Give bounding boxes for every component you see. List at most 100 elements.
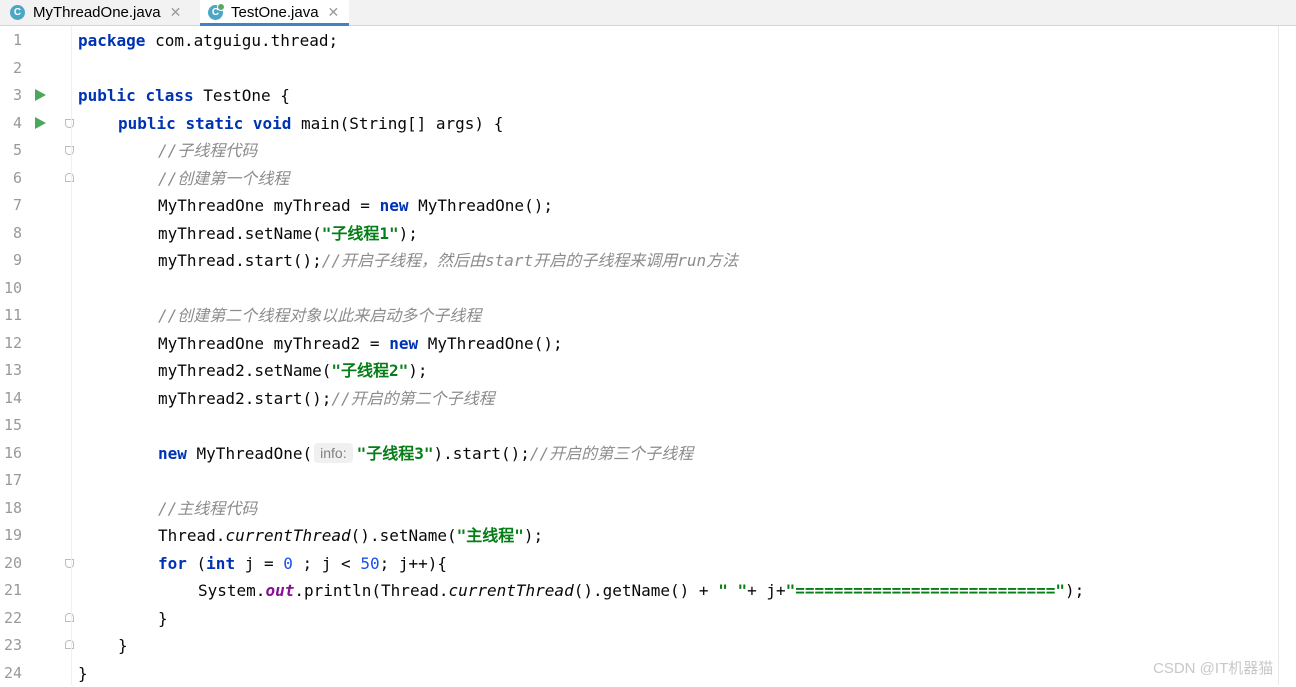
string-literal: "主线程" <box>457 526 524 545</box>
number-literal: 0 <box>283 554 293 573</box>
code-line-13: myThread2.setName("子线程2"); <box>158 357 428 385</box>
line-number: 7 <box>0 192 22 220</box>
code-line-4: public static void main(String[] args) { <box>118 110 503 138</box>
right-margin-guide <box>1278 26 1279 685</box>
line-number: 2 <box>0 55 22 83</box>
code-line-18: //主线程代码 <box>158 495 257 523</box>
string-literal: " " <box>718 581 747 600</box>
code-text: com.atguigu.thread; <box>145 31 338 50</box>
code-text: myThread2.start(); <box>158 389 331 408</box>
line-number: 10 <box>0 275 22 303</box>
line-number: 3 <box>0 82 22 110</box>
line-number: 6 <box>0 165 22 193</box>
code-line-16: new MyThreadOne(info:"子线程3").start();//开… <box>158 440 693 468</box>
gutter-divider <box>71 26 72 685</box>
watermark: CSDN @IT机器猫 <box>1153 657 1273 678</box>
comment: //开启的第二个子线程 <box>331 389 494 408</box>
comment: //创建第一个线程 <box>158 169 289 188</box>
string-literal: "子线程3" <box>357 444 434 463</box>
code-text: myThread.start(); <box>158 251 322 270</box>
code-line-21: System.out.println(Thread.currentThread(… <box>198 577 1084 605</box>
line-number-gutter[interactable]: 1 2 3 4 5 6 7 8 9 10 11 12 13 14 15 16 1… <box>0 26 72 685</box>
close-icon[interactable]: ✕ <box>328 4 340 21</box>
line-number: 24 <box>0 660 22 687</box>
keyword: new <box>380 196 409 215</box>
code-text: ); <box>408 361 427 380</box>
code-text: MyThreadOne(); <box>418 334 563 353</box>
code-text: ).start(); <box>434 444 530 463</box>
line-number: 9 <box>0 247 22 275</box>
fold-marker-icon[interactable] <box>65 146 74 155</box>
number-literal: 50 <box>360 554 379 573</box>
parameter-hint: info: <box>314 443 352 463</box>
code-text: main(String[] args) { <box>291 114 503 133</box>
line-number: 8 <box>0 220 22 248</box>
fold-marker-icon[interactable] <box>65 613 74 622</box>
code-text: ( <box>187 554 206 573</box>
static-field: out <box>265 581 294 600</box>
code-text: } <box>78 664 88 683</box>
line-number: 19 <box>0 522 22 550</box>
code-text: myThread.setName( <box>158 224 322 243</box>
fold-marker-icon[interactable] <box>65 640 74 649</box>
line-number: 17 <box>0 467 22 495</box>
tab-testone[interactable]: C TestOne.java ✕ <box>200 0 349 25</box>
static-method: currentThread <box>448 581 573 600</box>
code-line-14: myThread2.start();//开启的第二个子线程 <box>158 385 495 413</box>
code-line-22: } <box>158 605 168 633</box>
code-line-19: Thread.currentThread().setName("主线程"); <box>158 522 543 550</box>
close-icon[interactable]: ✕ <box>170 4 182 21</box>
code-text: ); <box>399 224 418 243</box>
line-number: 4 <box>0 110 22 138</box>
keyword: static <box>185 114 243 133</box>
keyword: class <box>145 86 193 105</box>
keyword: void <box>253 114 292 133</box>
code-text: MyThreadOne myThread2 = <box>158 334 389 353</box>
keyword: public <box>118 114 176 133</box>
code-line-5: //子线程代码 <box>158 137 257 165</box>
tab-label: MyThreadOne.java <box>33 4 161 21</box>
fold-marker-icon[interactable] <box>65 559 74 568</box>
code-line-7: MyThreadOne myThread = new MyThreadOne()… <box>158 192 553 220</box>
code-text: } <box>118 636 128 655</box>
tab-mythreadone[interactable]: C MyThreadOne.java ✕ <box>10 0 181 25</box>
code-text: MyThreadOne( <box>187 444 312 463</box>
code-text: ().getName() + <box>574 581 719 600</box>
run-triangle-icon[interactable] <box>35 89 46 101</box>
code-text: } <box>158 609 168 628</box>
keyword: public <box>78 86 136 105</box>
comment: //创建第二个线程对象以此来启动多个子线程 <box>158 306 481 325</box>
code-line-9: myThread.start();//开启子线程，然后由start开启的子线程来… <box>158 247 738 275</box>
code-line-12: MyThreadOne myThread2 = new MyThreadOne(… <box>158 330 563 358</box>
keyword: for <box>158 554 187 573</box>
code-text: ); <box>524 526 543 545</box>
run-triangle-icon[interactable] <box>35 117 46 129</box>
string-literal: "子线程1" <box>322 224 399 243</box>
code-text: .println(Thread. <box>294 581 448 600</box>
comment: //开启子线程，然后由start开启的子线程来调用run方法 <box>322 251 738 270</box>
comment: //开启的第三个子线程 <box>530 444 693 463</box>
code-text: ().setName( <box>351 526 457 545</box>
code-line-6: //创建第一个线程 <box>158 165 289 193</box>
line-number: 14 <box>0 385 22 413</box>
code-text: ; j < <box>293 554 360 573</box>
keyword: int <box>206 554 235 573</box>
code-text: myThread2.setName( <box>158 361 331 380</box>
java-class-icon: C <box>10 5 25 20</box>
code-text: TestOne { <box>194 86 290 105</box>
line-number: 11 <box>0 302 22 330</box>
tab-label: TestOne.java <box>231 4 319 21</box>
comment: //子线程代码 <box>158 141 257 160</box>
comment: //主线程代码 <box>158 499 257 518</box>
fold-marker-icon[interactable] <box>65 173 74 182</box>
line-number: 1 <box>0 27 22 55</box>
line-number: 22 <box>0 605 22 633</box>
code-line-11: //创建第二个线程对象以此来启动多个子线程 <box>158 302 481 330</box>
static-method: currentThread <box>225 526 350 545</box>
line-number: 5 <box>0 137 22 165</box>
java-class-runnable-icon: C <box>208 5 223 20</box>
code-line-1: package com.atguigu.thread; <box>78 27 338 55</box>
code-line-24: } <box>78 660 88 687</box>
fold-marker-icon[interactable] <box>65 119 74 128</box>
line-number: 18 <box>0 495 22 523</box>
